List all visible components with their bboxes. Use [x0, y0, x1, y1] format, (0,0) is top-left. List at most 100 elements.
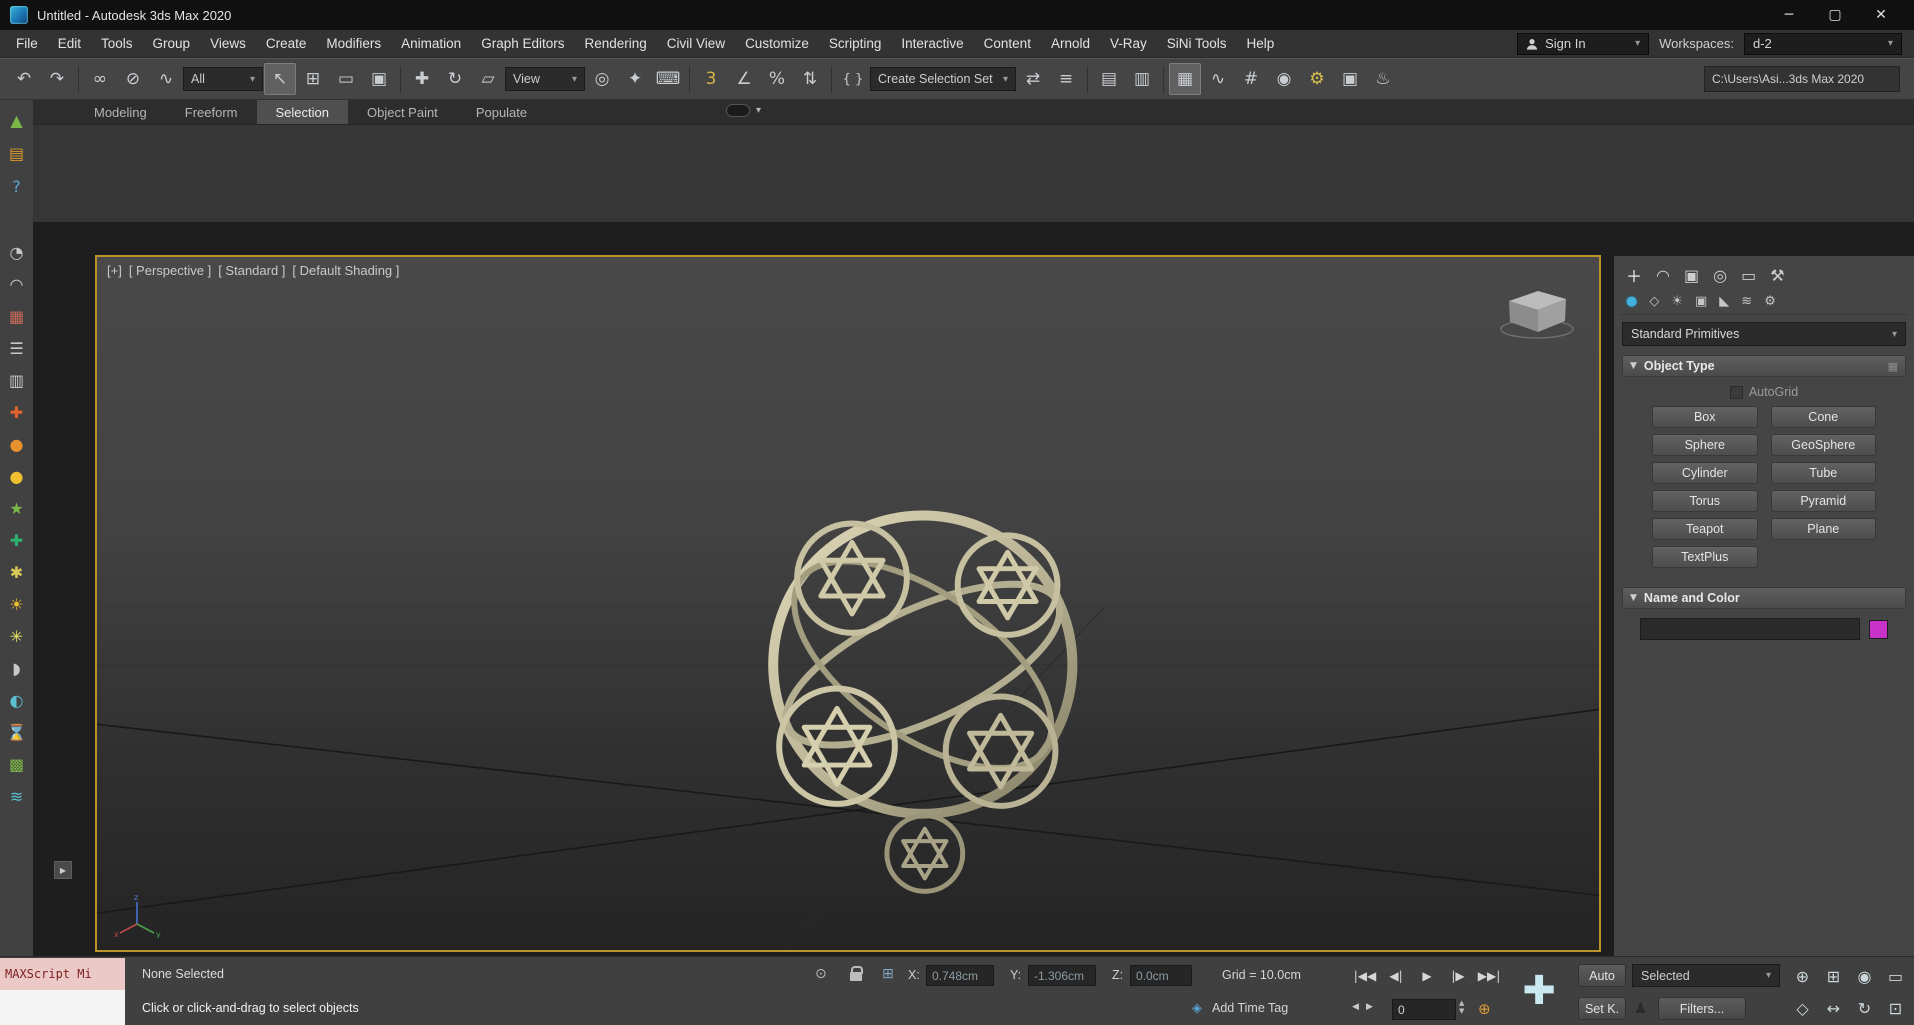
ribbon-tab[interactable]: Object Paint	[348, 100, 457, 124]
material-editor-icon[interactable]: ◉	[1268, 63, 1300, 95]
key-filters-button[interactable]: Filters...	[1658, 997, 1746, 1020]
x-coordinate-field[interactable]	[926, 965, 994, 986]
3d-object[interactable]	[760, 510, 1086, 894]
pin-orange-icon[interactable]: ✚	[5, 400, 29, 424]
maxscript-listener-input[interactable]	[0, 990, 125, 1025]
menu-item[interactable]: Interactive	[891, 30, 973, 57]
viewport-menu-item[interactable]: [ Standard ]	[218, 263, 285, 278]
flower-icon[interactable]: ✱	[5, 560, 29, 584]
teapot-button[interactable]: Teapot	[1652, 518, 1758, 540]
cone-button[interactable]: Cone	[1770, 406, 1876, 428]
ribbon-tab[interactable]: Freeform	[166, 100, 257, 124]
list-icon[interactable]: ☰	[5, 336, 29, 360]
sign-in-button[interactable]: Sign In ▾	[1517, 32, 1650, 55]
zoom-extents-icon[interactable]: ◉	[1850, 962, 1879, 991]
cube-colored-icon[interactable]: ▩	[5, 752, 29, 776]
field-of-view-icon[interactable]: ◇	[1788, 994, 1817, 1023]
menu-item[interactable]: Civil View	[657, 30, 735, 57]
isolate-selection-icon[interactable]: ⊙	[815, 966, 827, 982]
torus-button[interactable]: Torus	[1652, 490, 1758, 512]
mirror-icon[interactable]: ⇄	[1017, 63, 1049, 95]
menu-item[interactable]: Group	[143, 30, 201, 57]
menu-item[interactable]: Rendering	[575, 30, 657, 57]
menu-item[interactable]: V-Ray	[1100, 30, 1157, 57]
viewport-canvas[interactable]	[97, 257, 1599, 950]
menu-item[interactable]: File	[6, 30, 48, 57]
pin-green-icon[interactable]: ✚	[5, 528, 29, 552]
toggle-scene-explorer-icon[interactable]: ▤	[1093, 63, 1125, 95]
flyout-expand-button[interactable]: ▶	[54, 861, 72, 879]
sphere-yellow-icon[interactable]: ●	[5, 464, 29, 488]
shapes-subtab[interactable]: ◇	[1649, 294, 1659, 309]
create-selection-set-combo[interactable]: Create Selection Set ▾	[870, 67, 1016, 91]
modify-tab[interactable]: ◠	[1656, 266, 1670, 285]
autogrid-checkbox[interactable]	[1729, 385, 1743, 399]
go-to-end-button[interactable]: ▶▶|	[1476, 963, 1502, 989]
hierarchy-tab[interactable]: ▣	[1684, 266, 1699, 285]
sphere-blue-icon[interactable]: ◐	[5, 688, 29, 712]
notes-icon[interactable]: ▤	[5, 141, 29, 165]
object-name-input[interactable]	[1640, 618, 1860, 640]
space-warps-subtab[interactable]: ≋	[1741, 294, 1752, 309]
menu-item[interactable]: SiNi Tools	[1157, 30, 1237, 57]
play-button[interactable]: ▶	[1414, 963, 1440, 989]
menu-item[interactable]: Views	[200, 30, 256, 57]
toggle-layer-explorer-icon[interactable]: ▥	[1126, 63, 1158, 95]
select-and-manipulate-icon[interactable]: ✦	[619, 63, 651, 95]
selected-set-dropdown[interactable]: Selected ▾	[1632, 964, 1780, 987]
render-production-icon[interactable]: ♨	[1367, 63, 1399, 95]
render-setup-icon[interactable]: ⚙	[1301, 63, 1333, 95]
select-by-name-icon[interactable]: ⊞	[297, 63, 329, 95]
toggle-ribbon-icon[interactable]: ▦	[1169, 63, 1201, 95]
plane-button[interactable]: Plane	[1770, 518, 1876, 540]
lights-subtab[interactable]: ☀	[1671, 294, 1683, 309]
box-button[interactable]: Box	[1652, 406, 1758, 428]
object-color-swatch[interactable]	[1869, 619, 1888, 639]
record-icon[interactable]: ▦	[5, 304, 29, 328]
geometry-subtab[interactable]: ●	[1626, 294, 1637, 309]
project-path-field[interactable]: C:\Users\Asi...3ds Max 2020	[1704, 66, 1900, 92]
sphere-button[interactable]: Sphere	[1652, 434, 1758, 456]
menu-item[interactable]: Customize	[735, 30, 819, 57]
viewport-menu-item[interactable]: [ Perspective ]	[129, 263, 211, 278]
large-crosshair-icon[interactable]: ✚	[1512, 961, 1566, 1021]
menu-item[interactable]: Animation	[391, 30, 471, 57]
zoom-icon[interactable]: ⊕	[1788, 962, 1817, 991]
viewcube[interactable]	[1495, 283, 1579, 341]
film-icon[interactable]: ▥	[5, 368, 29, 392]
use-pivot-point-icon[interactable]: ◎	[586, 63, 618, 95]
y-coordinate-field[interactable]	[1028, 965, 1096, 986]
helpers-subtab[interactable]: ◣	[1719, 294, 1729, 309]
orbit-icon[interactable]: ↻	[1850, 994, 1879, 1023]
select-and-scale-icon[interactable]: ▱	[472, 63, 504, 95]
select-and-rotate-icon[interactable]: ↻	[439, 63, 471, 95]
bind-to-space-warp-icon[interactable]: ∿	[150, 63, 182, 95]
menu-item[interactable]: Scripting	[819, 30, 892, 57]
zoom-region-icon[interactable]: ▭	[1881, 962, 1910, 991]
absolute-mode-icon[interactable]: ⊞	[882, 966, 894, 982]
viewport-menu-item[interactable]: [+]	[107, 263, 122, 278]
systems-subtab[interactable]: ⚙	[1764, 294, 1776, 309]
redo-icon[interactable]: ↷	[41, 63, 73, 95]
cameras-subtab[interactable]: ▣	[1695, 294, 1707, 309]
set-key-button[interactable]: Set K.	[1578, 997, 1626, 1020]
cylinder-orange-icon[interactable]: ●	[5, 432, 29, 456]
keyboard-override-icon[interactable]: ⌨	[652, 63, 684, 95]
rendered-frame-window-icon[interactable]: ▣	[1334, 63, 1366, 95]
selection-filter-dropdown[interactable]: All ▾	[183, 67, 263, 91]
dome-icon[interactable]: ◠	[5, 272, 29, 296]
sun-icon[interactable]: ☀	[5, 592, 29, 616]
tube-button[interactable]: Tube	[1770, 462, 1876, 484]
auto-key-button[interactable]: Auto	[1578, 964, 1626, 987]
previous-frame-button[interactable]: ◀|	[1383, 963, 1409, 989]
new-key-icon[interactable]: ⊕	[1478, 1000, 1491, 1018]
pan-icon[interactable]: ↔	[1819, 994, 1848, 1023]
angle-snap-icon[interactable]: ∠	[728, 63, 760, 95]
perspective-viewport[interactable]: [+] [ Perspective ] [ Standard ] [ Default …	[95, 255, 1601, 952]
zoom-all-icon[interactable]: ⊞	[1819, 962, 1848, 991]
z-coordinate-field[interactable]	[1130, 965, 1192, 986]
close-button[interactable]: ✕	[1858, 0, 1904, 30]
geosphere-button[interactable]: GeoSphere	[1770, 434, 1876, 456]
pyramid-button[interactable]: Pyramid	[1770, 490, 1876, 512]
name-color-rollout-header[interactable]: ▼ Name and Color	[1622, 587, 1906, 609]
